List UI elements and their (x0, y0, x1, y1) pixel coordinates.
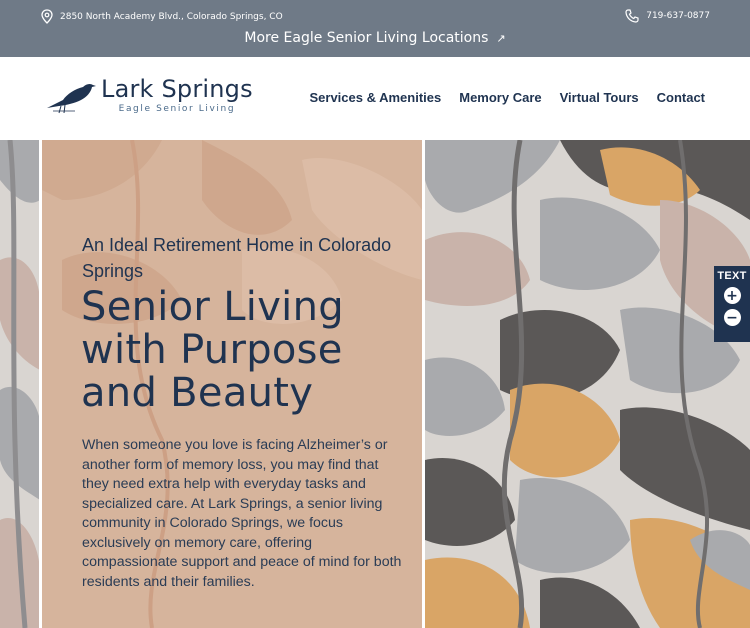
text-increase-button[interactable]: + (723, 287, 741, 304)
text-size-label: TEXT (717, 270, 747, 282)
plus-icon: + (726, 287, 738, 304)
hero-eyebrow: An Ideal Retirement Home in Colorado Spr… (82, 235, 392, 281)
logo-subtitle: Eagle Senior Living (118, 104, 236, 114)
text-decrease-button[interactable]: − (723, 309, 741, 326)
main-nav: Services & Amenities Memory Care Virtual… (309, 90, 705, 105)
site-header: Lark Springs Eagle Senior Living Service… (0, 57, 750, 140)
hero-body-text: When someone you love is facing Alzheime… (82, 437, 402, 590)
external-link-icon: ↗ (496, 32, 506, 45)
nav-virtual-tours[interactable]: Virtual Tours (560, 90, 639, 105)
phone-text: 719-637-0877 (646, 11, 710, 21)
address-text: 2850 North Academy Blvd., Colorado Sprin… (60, 11, 283, 22)
logo-name: Lark Springs (101, 75, 253, 103)
hero-divider-left (39, 140, 42, 628)
nav-services-amenities[interactable]: Services & Amenities (309, 90, 441, 105)
location-pin-icon (41, 9, 53, 24)
bird-logo-icon (47, 83, 96, 113)
text-size-widget: TEXT + − (714, 266, 750, 342)
address-link[interactable]: 2850 North Academy Blvd., Colorado Sprin… (41, 9, 283, 24)
nav-memory-care[interactable]: Memory Care (459, 90, 541, 105)
more-locations-label: More Eagle Senior Living Locations (244, 30, 489, 46)
hero-headline: Senior Living with Purpose and Beauty (81, 284, 344, 416)
phone-icon (625, 9, 639, 23)
nav-contact[interactable]: Contact (657, 90, 705, 105)
minus-icon: − (726, 309, 738, 326)
hero-divider-right (422, 140, 425, 628)
more-locations-link[interactable]: More Eagle Senior Living Locations ↗ (0, 30, 750, 46)
site-logo[interactable]: Lark Springs Eagle Senior Living (45, 77, 253, 114)
top-bar: 2850 North Academy Blvd., Colorado Sprin… (0, 0, 750, 57)
phone-link[interactable]: 719-637-0877 (625, 9, 710, 23)
